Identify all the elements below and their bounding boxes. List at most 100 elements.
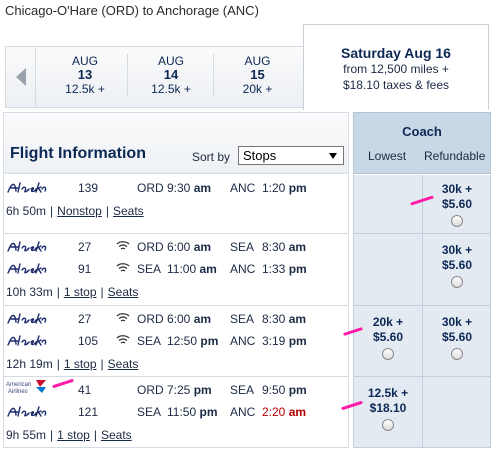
fare-miles: 20k + [372, 315, 404, 329]
date-option-aug-14[interactable]: AUG 14 12.5k + [129, 54, 214, 96]
flight-duration: 9h 55m [6, 428, 47, 442]
arrival-time-value: 1:33 [262, 262, 286, 276]
alaska-airlines-logo [6, 239, 48, 253]
sort-label: Sort by [192, 150, 231, 164]
arrival-time: 8:30 am [262, 240, 306, 254]
alaska-airlines-logo [6, 333, 48, 347]
fare-fee: $5.60 [372, 330, 404, 344]
arrival-time-value: 2:20 [262, 405, 286, 419]
arrival-ampm: am [288, 240, 307, 254]
date-option-aug-13[interactable]: AUG 13 12.5k + [43, 54, 128, 96]
departure-time: 6:00 am [167, 312, 211, 326]
selected-date-tab[interactable]: Saturday Aug 16 from 12,500 miles + $18.… [303, 24, 489, 110]
refundable-fare-option[interactable]: 30k + $5.60 [423, 315, 491, 360]
fare-column-divider [422, 377, 423, 447]
fare-cells: 20k + $5.60 30k + $5.60 [353, 306, 491, 377]
flight-summary: 10h 33m | 1 stop | Seats [6, 285, 138, 299]
separator: | [100, 357, 104, 371]
arrival-time: 3:19 pm [262, 334, 307, 348]
departure-time-value: 6:00 [167, 240, 191, 254]
previous-dates-button[interactable] [8, 48, 36, 106]
fare-cells: 30k + $5.60 [353, 234, 491, 306]
stops-link[interactable]: Nonstop [57, 204, 102, 218]
seats-link[interactable]: Seats [108, 357, 139, 371]
flight-row: 27 ORD 6:00 am SEA 8:30 am 105 SEA 12:50 pm ANC 3… [3, 306, 349, 377]
wifi-icon [116, 312, 130, 326]
flight-leg: 105 SEA 12:50 pm ANC 3:19 pm [4, 331, 350, 351]
flight-number: 105 [78, 334, 99, 348]
refundable-column-header: Refundable [424, 149, 486, 163]
arrival-time: 1:20 pm [262, 181, 307, 195]
sort-select[interactable]: Stops [238, 146, 344, 165]
arrival-ampm: pm [288, 383, 307, 397]
departure-time: 11:50 pm [167, 405, 217, 419]
refundable-fare-option[interactable]: 30k + $5.60 [423, 243, 491, 288]
departure-ampm: am [193, 181, 212, 195]
selected-date-miles: from 12,500 miles + [343, 62, 449, 76]
seats-link[interactable]: Seats [113, 204, 144, 218]
flight-leg: 121 SEA 11:50 pm ANC 2:20 am [4, 402, 350, 422]
fare-radio-button[interactable] [451, 348, 463, 360]
arrival-ampm: am [288, 312, 307, 326]
fare-cells: 30k + $5.60 [353, 175, 491, 234]
arrival-time-value: 1:20 [262, 181, 286, 195]
fare-fee: $5.60 [441, 258, 473, 272]
fare-radio-button[interactable] [451, 215, 463, 227]
departure-ampm: am [193, 312, 212, 326]
seats-link[interactable]: Seats [108, 285, 139, 299]
separator: | [56, 357, 60, 371]
departure-ampm: pm [199, 405, 218, 419]
arrival-airport: SEA [230, 383, 255, 397]
alaska-airlines-logo [6, 311, 48, 325]
date-month: AUG [157, 54, 184, 68]
separator: | [50, 428, 54, 442]
departure-time: 7:25 pm [167, 383, 212, 397]
flight-duration: 12h 19m [6, 357, 53, 371]
date-selector: AUG 13 12.5k + AUG 14 12.5k + AUG 15 20k… [5, 24, 489, 110]
flight-number: 27 [78, 240, 92, 254]
date-price: 20k + [242, 82, 273, 96]
departure-time: 6:00 am [167, 240, 211, 254]
flight-leg: 91 SEA 11:00 am ANC 1:33 pm [4, 259, 350, 279]
arrival-time-value: 8:30 [262, 312, 286, 326]
date-option-aug-15[interactable]: AUG 15 20k + [215, 54, 300, 96]
flight-summary: 9h 55m | 1 stop | Seats [6, 428, 132, 442]
separator: | [50, 204, 54, 218]
wifi-icon [116, 262, 130, 276]
refundable-fare-option[interactable]: 30k + $5.60 [423, 182, 491, 227]
selected-date-fees: $18.10 taxes & fees [342, 78, 450, 92]
wifi-icon [116, 334, 130, 348]
departure-time-value: 7:25 [167, 383, 191, 397]
fare-radio-button[interactable] [451, 276, 463, 288]
departure-time: 9:30 am [167, 181, 211, 195]
flight-info-header: Flight Information Sort by Stops [3, 112, 349, 174]
fare-radio-button[interactable] [382, 348, 394, 360]
fare-miles: 12.5k + [367, 386, 409, 400]
lowest-fare-option[interactable]: 20k + $5.60 [354, 315, 422, 360]
separator: | [105, 204, 109, 218]
stops-link[interactable]: 1 stop [64, 285, 97, 299]
stops-link[interactable]: 1 stop [57, 428, 90, 442]
stops-link[interactable]: 1 stop [64, 357, 97, 371]
fare-fee: $18.10 [369, 401, 407, 415]
departure-airport: ORD [137, 181, 164, 195]
fare-cells: 12.5k + $18.10 [353, 377, 491, 448]
flight-number: 121 [78, 405, 99, 419]
date-day: 15 [250, 67, 265, 82]
date-price: 12.5k + [151, 82, 191, 96]
wifi-icon [116, 240, 130, 254]
departure-ampm: am [193, 240, 212, 254]
departure-airport: ORD [137, 383, 164, 397]
departure-airport: SEA [137, 262, 162, 276]
arrival-airport: ANC [230, 334, 256, 348]
lowest-fare-option[interactable]: 12.5k + $18.10 [354, 386, 422, 431]
arrival-time-value: 3:19 [262, 334, 286, 348]
fare-radio-button[interactable] [382, 419, 394, 431]
alaska-airlines-logo [6, 261, 48, 275]
departure-time: 11:00 am [167, 262, 217, 276]
arrival-ampm: pm [288, 262, 307, 276]
svg-text:American: American [6, 382, 31, 388]
flight-duration: 10h 33m [6, 285, 53, 299]
departure-ampm: am [199, 262, 217, 276]
seats-link[interactable]: Seats [101, 428, 132, 442]
